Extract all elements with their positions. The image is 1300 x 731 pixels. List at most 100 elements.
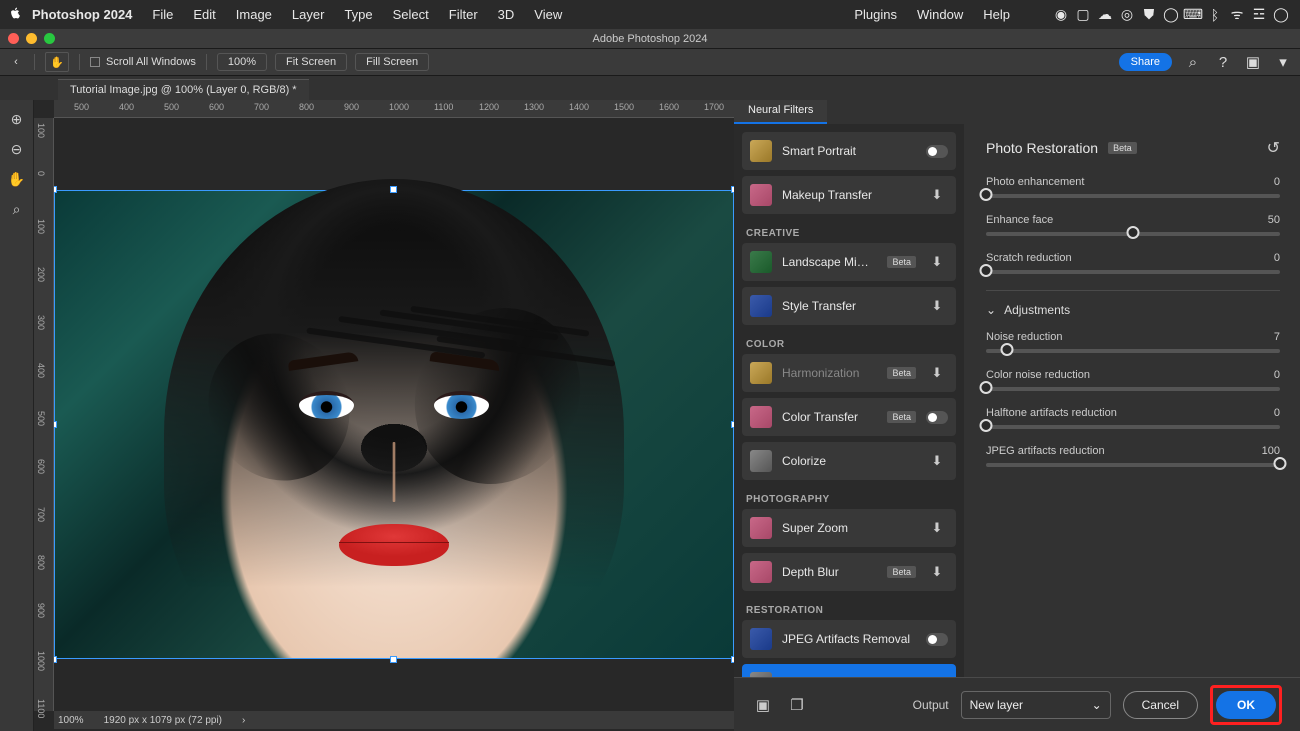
menu-edit[interactable]: Edit (183, 7, 225, 22)
status-zoom[interactable]: 100% (58, 715, 84, 726)
control-center-icon[interactable]: ☲ (1248, 6, 1270, 23)
slider[interactable]: Enhance face50 (986, 214, 1280, 236)
filter-toggle[interactable] (926, 411, 948, 424)
download-icon[interactable]: ⬇ (932, 453, 943, 469)
slider-thumb[interactable] (1127, 226, 1140, 239)
slider[interactable]: Scratch reduction0 (986, 252, 1280, 274)
record-icon[interactable]: ◉ (1050, 6, 1072, 23)
hand-tool-icon[interactable]: ✋ (45, 52, 69, 72)
slider-track[interactable] (986, 232, 1280, 236)
slider-thumb[interactable] (980, 264, 993, 277)
filter-item[interactable]: Depth BlurBeta⬇ (742, 553, 956, 591)
adjustments-section[interactable]: ⌄ Adjustments (986, 290, 1280, 317)
cc-icon[interactable]: ◎ (1116, 6, 1138, 23)
user-icon[interactable]: ◯ (1270, 6, 1292, 23)
slider-thumb[interactable] (1000, 343, 1013, 356)
filter-list[interactable]: Smart PortraitMakeup Transfer⬇CREATIVELa… (734, 124, 964, 677)
slider-track[interactable] (986, 387, 1280, 391)
menu-file[interactable]: File (142, 7, 183, 22)
document-tab[interactable]: Tutorial Image.jpg @ 100% (Layer 0, RGB/… (58, 79, 309, 100)
filter-item[interactable]: Color TransferBeta (742, 398, 956, 436)
download-icon[interactable]: ⬇ (932, 520, 943, 536)
status-chevron-icon[interactable]: › (242, 715, 245, 726)
reset-icon[interactable]: ↺ (1267, 138, 1280, 158)
slider[interactable]: JPEG artifacts reduction100 (986, 445, 1280, 467)
slider[interactable]: Color noise reduction0 (986, 369, 1280, 391)
download-icon[interactable]: ⬇ (932, 298, 943, 314)
fit-screen-button[interactable]: Fit Screen (275, 53, 347, 71)
filter-item[interactable]: Makeup Transfer⬇ (742, 176, 956, 214)
subtract-tool[interactable]: ⊖ (6, 138, 28, 160)
menu-view[interactable]: View (524, 7, 572, 22)
filter-toggle[interactable] (926, 633, 948, 646)
slider-thumb[interactable] (980, 381, 993, 394)
help-icon[interactable]: ? (1214, 54, 1232, 71)
download-icon[interactable]: ⬇ (932, 564, 943, 580)
menu-3d[interactable]: 3D (488, 7, 525, 22)
slider[interactable]: Noise reduction7 (986, 331, 1280, 353)
search-icon[interactable]: ⌕ (1184, 54, 1202, 71)
slider-track[interactable] (986, 194, 1280, 198)
neural-filters-tab[interactable]: Neural Filters (734, 100, 827, 124)
back-button[interactable]: ‹ (8, 56, 24, 68)
close-window-button[interactable] (8, 33, 19, 44)
canvas-image[interactable] (54, 190, 734, 659)
wifi-icon[interactable]: ᯤ (1226, 5, 1248, 24)
download-icon[interactable]: ⬇ (932, 254, 943, 270)
preview-icon[interactable]: ▣ (752, 696, 774, 714)
menu-type[interactable]: Type (334, 7, 382, 22)
filter-item[interactable]: Photo Restorat…Beta (742, 664, 956, 677)
app-name[interactable]: Photoshop 2024 (22, 7, 142, 22)
bluetooth-icon[interactable]: ᛒ (1204, 7, 1226, 23)
filter-item[interactable]: Colorize⬇ (742, 442, 956, 480)
filter-item[interactable]: HarmonizationBeta⬇ (742, 354, 956, 392)
filter-item[interactable]: JPEG Artifacts Removal (742, 620, 956, 658)
download-icon[interactable]: ⬇ (932, 365, 943, 381)
layers-icon[interactable]: ❐ (786, 696, 808, 714)
menu-image[interactable]: Image (226, 7, 282, 22)
filter-item[interactable]: Smart Portrait (742, 132, 956, 170)
ok-button[interactable]: OK (1216, 691, 1276, 719)
slider-track[interactable] (986, 425, 1280, 429)
filter-toggle[interactable] (926, 145, 948, 158)
cancel-button[interactable]: Cancel (1123, 691, 1198, 719)
filter-item[interactable]: Landscape Mi…Beta⬇ (742, 243, 956, 281)
apple-icon[interactable] (8, 6, 22, 23)
fill-screen-button[interactable]: Fill Screen (355, 53, 429, 71)
output-select[interactable]: New layer ⌄ (961, 691, 1111, 719)
hand-tool[interactable]: ✋ (6, 168, 28, 190)
slider[interactable]: Photo enhancement0 (986, 176, 1280, 198)
zoom-input[interactable]: 100% (217, 53, 267, 71)
menu-plugins[interactable]: Plugins (844, 7, 907, 22)
chevron-down-icon[interactable]: ▾ (1274, 53, 1292, 71)
download-icon[interactable]: ⬇ (932, 187, 943, 203)
keyboard-icon[interactable]: ⌨ (1182, 6, 1204, 23)
slider-thumb[interactable] (980, 188, 993, 201)
display-icon[interactable]: ▢ (1072, 6, 1094, 23)
minimize-window-button[interactable] (26, 33, 37, 44)
menu-layer[interactable]: Layer (282, 7, 335, 22)
shield-icon[interactable]: ⛊ (1138, 6, 1160, 23)
canvas-viewport[interactable] (54, 118, 734, 711)
slider[interactable]: Halftone artifacts reduction0 (986, 407, 1280, 429)
share-button[interactable]: Share (1119, 53, 1172, 71)
menu-filter[interactable]: Filter (439, 7, 488, 22)
slider-thumb[interactable] (1274, 457, 1287, 470)
adjustments-label: Adjustments (1004, 303, 1070, 317)
scroll-all-windows-checkbox[interactable]: Scroll All Windows (90, 56, 196, 68)
menu-window[interactable]: Window (907, 7, 973, 22)
maximize-window-button[interactable] (44, 33, 55, 44)
circle-icon[interactable]: ◯ (1160, 6, 1182, 23)
filter-item[interactable]: Style Transfer⬇ (742, 287, 956, 325)
slider-thumb[interactable] (980, 419, 993, 432)
menu-select[interactable]: Select (383, 7, 439, 22)
cloud-icon[interactable]: ☁ (1094, 6, 1116, 23)
slider-track[interactable] (986, 463, 1280, 467)
filter-item[interactable]: Super Zoom⬇ (742, 509, 956, 547)
zoom-tool[interactable]: ⌕ (6, 198, 28, 220)
slider-track[interactable] (986, 349, 1280, 353)
slider-track[interactable] (986, 270, 1280, 274)
workspace-icon[interactable]: ▣ (1244, 53, 1262, 71)
add-tool[interactable]: ⊕ (6, 108, 28, 130)
menu-help[interactable]: Help (973, 7, 1020, 22)
